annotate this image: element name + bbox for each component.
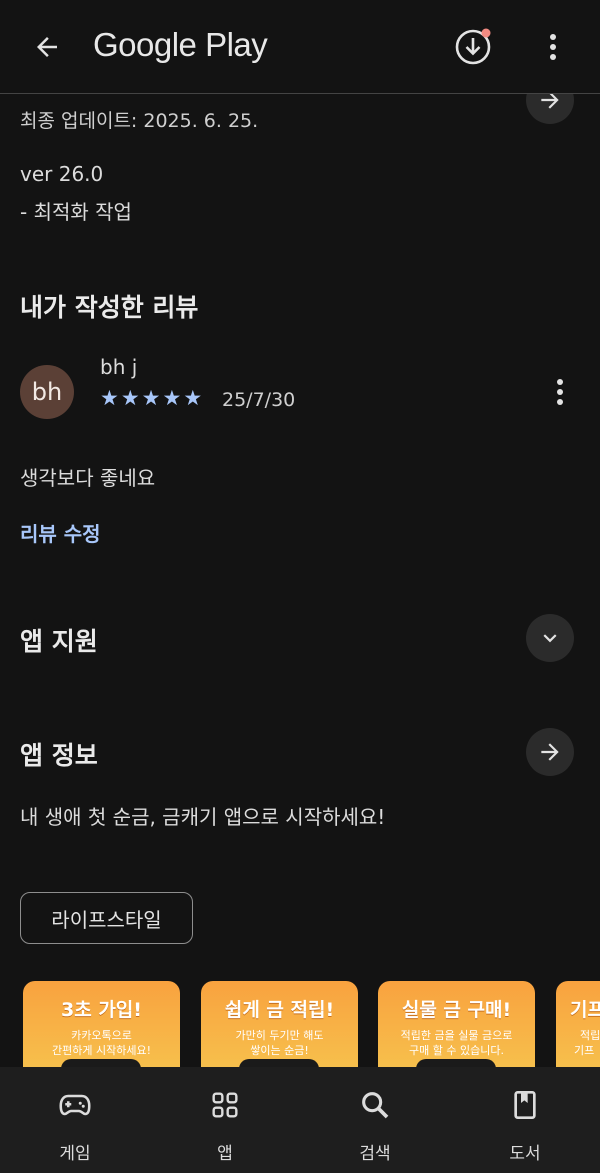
- nav-label: 게임: [59, 1144, 91, 1164]
- arrow-back-icon: [37, 37, 57, 57]
- version-text: ver 26.0: [20, 162, 104, 186]
- chevron-down-icon: [543, 634, 557, 643]
- back-button[interactable]: [26, 26, 68, 68]
- screenshot-subtext: 구매 할 수 있습니다.: [409, 1044, 504, 1057]
- download-icon: [455, 28, 491, 65]
- app-info-arrow-button[interactable]: [526, 728, 574, 776]
- review-text: 생각보다 좋네요: [20, 466, 156, 490]
- review-date: 25/7/30: [222, 389, 296, 411]
- nav-item-books[interactable]: 도서: [450, 1067, 600, 1173]
- more-vert-icon: [557, 379, 563, 405]
- screenshot-headline: 3초 가입!: [61, 999, 142, 1021]
- nav-item-search[interactable]: 검색: [300, 1067, 450, 1173]
- screenshot-subtext: 간편하게 시작하세요!: [52, 1044, 151, 1057]
- star-icon: ★: [162, 386, 182, 410]
- my-review-heading: 내가 작성한 리뷰: [20, 293, 199, 322]
- screenshot-subtext: 적립한 금을 실물 금으로: [400, 1029, 513, 1042]
- screenshot-headline: 실물 금 구매!: [401, 999, 512, 1021]
- screenshot-subtext: 카카오톡으로: [71, 1029, 132, 1042]
- review-options-button[interactable]: [546, 375, 574, 409]
- nav-label: 검색: [359, 1144, 391, 1164]
- app-info-heading: 앱 정보: [20, 741, 98, 770]
- google-play-logo-text: Google Play: [93, 26, 268, 63]
- app-support-expand-button[interactable]: [526, 614, 574, 662]
- notification-dot: [481, 28, 491, 38]
- star-icon: ★: [120, 386, 140, 410]
- gamepad-icon: [57, 1087, 93, 1123]
- star-icon: ★: [141, 386, 161, 410]
- more-options-button[interactable]: [536, 26, 570, 68]
- update-note-text: - 최적화 작업: [20, 200, 132, 224]
- apps-grid-icon: [207, 1087, 243, 1123]
- screenshot-card[interactable]: 기프 적립 기프: [556, 981, 600, 1081]
- more-vert-icon: [550, 34, 556, 60]
- edit-review-link[interactable]: 리뷰 수정: [20, 518, 101, 547]
- search-icon: [357, 1087, 393, 1123]
- screenshot-headline: 쉽게 금 적립!: [224, 999, 335, 1021]
- app-support-heading: 앱 지원: [20, 627, 98, 656]
- screenshot-subtext: 적립: [580, 1029, 600, 1042]
- reviewer-name: bh j: [100, 355, 138, 379]
- screenshot-headline: 기프: [570, 999, 600, 1021]
- bottom-navigation: 게임 앱 검색 도서: [0, 1067, 600, 1173]
- star-rating: ★ ★ ★ ★ ★: [100, 386, 202, 410]
- nav-item-apps[interactable]: 앱: [150, 1067, 300, 1173]
- screenshot-card[interactable]: 쉽게 금 적립! 가만히 두기만 해도 쌓이는 순금!: [201, 981, 358, 1081]
- app-description: 내 생애 첫 순금, 금캐기 앱으로 시작하세요!: [20, 805, 386, 829]
- category-chip[interactable]: 라이프스타일: [20, 892, 193, 944]
- screenshot-subtext: 기프: [574, 1044, 595, 1057]
- nav-label: 앱: [217, 1144, 233, 1164]
- top-app-bar: Google Play: [0, 0, 600, 94]
- star-icon: ★: [100, 386, 119, 410]
- arrow-forward-icon: [541, 743, 559, 761]
- downloads-button[interactable]: [452, 26, 494, 68]
- screenshot-subtext: 쌓이는 순금!: [250, 1044, 309, 1057]
- avatar: bh: [20, 365, 74, 419]
- star-icon: ★: [183, 386, 203, 410]
- nav-item-games[interactable]: 게임: [0, 1067, 150, 1173]
- screenshot-card[interactable]: 3초 가입! 카카오톡으로 간편하게 시작하세요!: [23, 981, 180, 1081]
- screenshot-card[interactable]: 실물 금 구매! 적립한 금을 실물 금으로 구매 할 수 있습니다.: [378, 981, 535, 1081]
- nav-label: 도서: [509, 1144, 541, 1164]
- screenshot-subtext: 가만히 두기만 해도: [235, 1029, 324, 1042]
- book-icon: [507, 1087, 543, 1123]
- last-updated-text: 최종 업데이트: 2025. 6. 25.: [20, 110, 259, 132]
